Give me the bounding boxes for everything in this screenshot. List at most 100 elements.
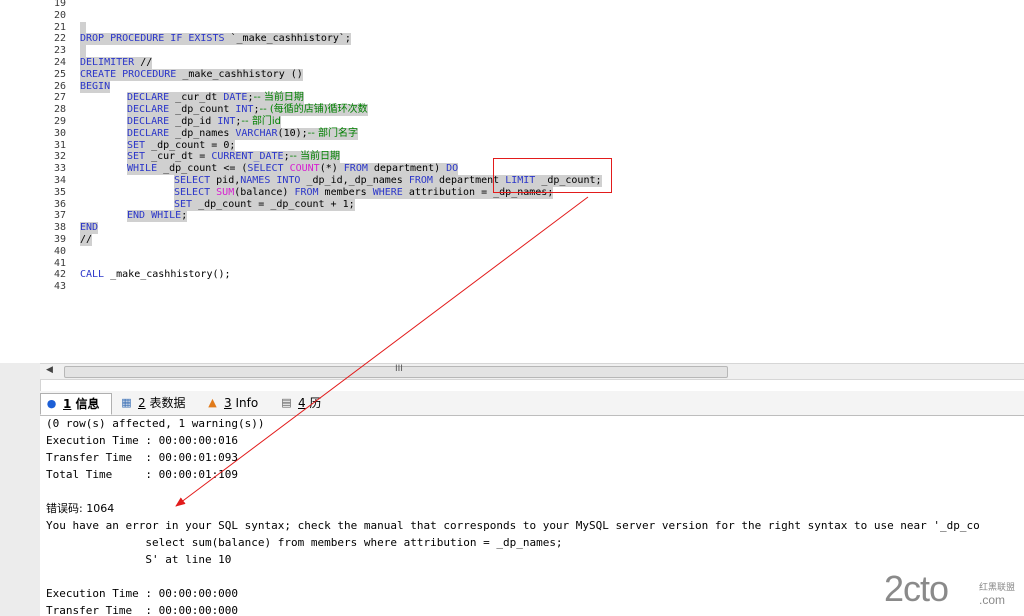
code-text: //: [80, 234, 93, 246]
code-token: VARCHAR: [235, 127, 278, 139]
code-text: DELIMITER //: [80, 57, 153, 69]
editor-line[interactable]: 39 //: [0, 234, 1024, 246]
watermark-cn-text: 红黑联盟: [979, 583, 1016, 593]
table-icon: ▦: [121, 396, 132, 409]
code-token: DATE: [223, 92, 248, 104]
line-number: 19: [53, 0, 66, 9]
editor-line[interactable]: 22 DROP PROCEDURE IF EXISTS `_make_cashhi…: [0, 33, 1024, 46]
code-token: CALL: [80, 269, 111, 281]
scrollbar-thumb[interactable]: III: [64, 364, 728, 378]
code-text: SET _cur_dt = CURRENT_DATE;-- 当前日期: [127, 151, 340, 164]
line-number: 41: [53, 257, 66, 269]
editor-line[interactable]: 21: [0, 21, 1024, 34]
editor-line[interactable]: 19: [0, 0, 1024, 10]
code-token: BEGIN: [80, 80, 111, 92]
code-token: DECLARE: [127, 104, 176, 116]
editor-line[interactable]: 36 SET _dp_count = _dp_count + 1;: [0, 198, 1024, 211]
editor-line[interactable]: 25 CREATE PROCEDURE _make_cashhistory (): [0, 68, 1024, 81]
editor-line[interactable]: 41: [0, 258, 1024, 270]
output-line: select sum(balance) from members where a…: [46, 536, 563, 549]
horizontal-scrollbar[interactable]: ◀ III: [40, 363, 1024, 380]
code-token: END: [80, 222, 99, 234]
line-number: 40: [53, 245, 66, 257]
tab-label: 表数据: [145, 396, 186, 410]
output-line: Execution Time : 00:00:00:000: [46, 587, 239, 600]
tab-label: Info: [231, 396, 259, 410]
code-token: _dp_names: [175, 127, 236, 139]
line-number: 29: [53, 116, 66, 127]
code-token: SUM: [216, 186, 235, 198]
line-number: 30: [53, 127, 66, 139]
code-token: //: [140, 57, 153, 68]
editor-line[interactable]: 43: [0, 281, 1024, 293]
editor-line[interactable]: 38 END: [0, 222, 1024, 235]
code-text: BEGIN: [80, 80, 111, 93]
output-line: Transfer Time : 00:00:00:000: [46, 604, 239, 616]
code-token: _dp_id: [175, 116, 218, 127]
editor-line[interactable]: 23: [0, 45, 1024, 58]
editor-line[interactable]: 28 DECLARE _dp_count INT;-- (每循的店铺)循环次数: [0, 104, 1024, 117]
line-number: 20: [53, 9, 66, 21]
scrollbar-grip-icon: III: [395, 364, 403, 374]
code-text: DROP PROCEDURE IF EXISTS `_make_cashhist…: [80, 33, 351, 46]
code-token: CREATE PROCEDURE: [80, 68, 183, 80]
code-text: CREATE PROCEDURE _make_cashhistory (): [80, 68, 303, 81]
code-token: INT: [235, 104, 254, 116]
editor-line[interactable]: 26 BEGIN: [0, 80, 1024, 93]
code-token: (10);: [277, 127, 308, 139]
output-line: (0 row(s) affected, 1 warning(s)): [46, 417, 265, 430]
code-token: _dp_id,_dp_names: [306, 175, 409, 186]
editor-line[interactable]: 24 DELIMITER //: [0, 57, 1024, 69]
code-token: DELIMITER: [80, 57, 141, 68]
code-token: DECLARE: [127, 92, 176, 104]
line-number: 28: [53, 104, 66, 116]
line-number: 21: [53, 21, 66, 33]
line-number: 24: [53, 57, 66, 68]
editor-line[interactable]: 31 SET _dp_count = 0;: [0, 139, 1024, 152]
code-token: -- 部门id: [241, 116, 281, 127]
code-token: _dp_count <= (: [163, 163, 248, 175]
code-token: DO: [446, 163, 459, 175]
code-token: //: [80, 234, 93, 245]
editor-line[interactable]: 29 DECLARE _dp_id INT;-- 部门id: [0, 116, 1024, 128]
editor-line[interactable]: 30 DECLARE _dp_names VARCHAR(10);-- 部门名字: [0, 127, 1024, 140]
tab-2[interactable]: ▦ 2 表数据: [116, 393, 196, 413]
code-token: INT: [217, 116, 236, 127]
line-number: 33: [53, 163, 66, 175]
code-token: -- 部门名字: [307, 127, 359, 139]
code-token: _make_cashhistory (): [182, 68, 303, 80]
watermark-logo-text: 2cto: [884, 568, 949, 609]
code-token: SELECT: [247, 163, 290, 175]
code-token: SET: [127, 151, 152, 163]
line-number: 35: [53, 186, 66, 198]
code-token: pid,: [216, 175, 241, 186]
editor-line[interactable]: 20: [0, 10, 1024, 22]
output-line: 错误码: 1064: [46, 502, 115, 515]
line-number: 31: [53, 139, 66, 151]
code-token: SELECT: [174, 175, 217, 186]
tab-4[interactable]: ▤4 历史: [276, 393, 338, 430]
tab-1[interactable]: ● 1 信息: [40, 393, 112, 415]
code-token: DROP PROCEDURE IF EXISTS: [80, 33, 231, 45]
line-number: 39: [53, 234, 66, 245]
editor-line[interactable]: 42 CALL _make_cashhistory();: [0, 269, 1024, 281]
scroll-left-arrow-icon[interactable]: ◀: [46, 365, 53, 375]
watermark-com-text: .com: [979, 593, 1006, 607]
code-text: END WHILE;: [127, 210, 188, 223]
editor-line[interactable]: 27 DECLARE _cur_dt DATE;-- 当前日期: [0, 92, 1024, 105]
tab-3[interactable]: ▲ 3 Info: [202, 393, 268, 413]
code-token: (balance): [234, 186, 295, 198]
output-line: S' at line 10: [46, 553, 232, 566]
editor-line[interactable]: 40: [0, 246, 1024, 258]
tab-number: 2: [138, 396, 146, 410]
line-number: 22: [53, 33, 66, 45]
code-token: CURRENT_DATE: [211, 151, 284, 163]
line-number: 23: [53, 45, 66, 57]
site-watermark: 2cto 红黑联盟 .com: [884, 568, 1024, 616]
editor-line[interactable]: 37 END WHILE;: [0, 210, 1024, 223]
output-line: Total Time : 00:00:01:109: [46, 468, 239, 481]
error-highlight-box: [493, 158, 612, 193]
code-text: SET _dp_count = _dp_count + 1;: [174, 198, 355, 211]
line-number: 42: [53, 269, 66, 281]
line-number: 32: [53, 151, 66, 163]
